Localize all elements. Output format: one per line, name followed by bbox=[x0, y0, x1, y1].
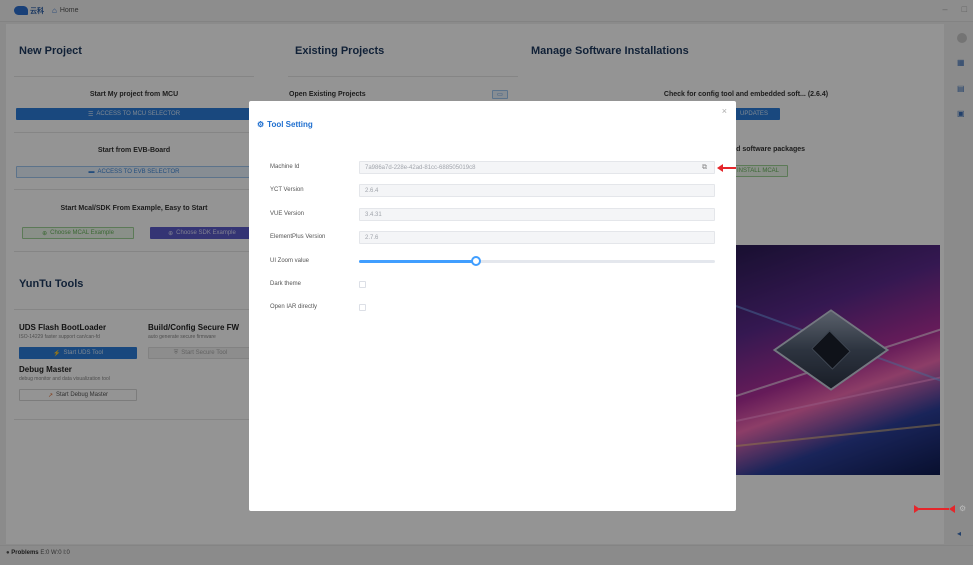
annotation-arrow bbox=[914, 505, 955, 513]
ui-zoom-label: UI Zoom value bbox=[270, 258, 310, 264]
ui-zoom-slider-thumb[interactable] bbox=[471, 256, 482, 266]
tool-setting-dialog: ⚙ Tool Setting × Machine Id 7a986a7d-228… bbox=[249, 101, 736, 511]
vue-version-value: 3.4.31 bbox=[365, 211, 382, 218]
dialog-title-text: Tool Setting bbox=[267, 120, 313, 129]
yct-version-value: 2.6.4 bbox=[365, 187, 379, 194]
dialog-title: ⚙ Tool Setting bbox=[257, 120, 313, 129]
vue-version-label: VUE Version bbox=[270, 211, 305, 217]
vue-version-field: 3.4.31 bbox=[359, 208, 715, 221]
gear-icon: ⚙ bbox=[257, 120, 265, 129]
machine-id-field[interactable]: 7a986a7d-228e-42ad-81cc-6885050​19c8 ⧉ bbox=[359, 161, 715, 174]
elementplus-version-field: 2.7.6 bbox=[359, 231, 715, 244]
copy-icon[interactable]: ⧉ bbox=[702, 164, 707, 172]
yct-version-field: 2.6.4 bbox=[359, 184, 715, 197]
ui-zoom-slider[interactable] bbox=[359, 256, 715, 266]
ui-zoom-slider-fill bbox=[359, 260, 477, 263]
annotation-arrow bbox=[717, 164, 736, 172]
dark-theme-label: Dark theme bbox=[270, 281, 302, 287]
yct-version-label: YCT Version bbox=[270, 187, 304, 193]
machine-id-label: Machine Id bbox=[270, 164, 300, 170]
open-iar-checkbox[interactable] bbox=[359, 304, 366, 311]
machine-id-value: 7a986a7d-228e-42ad-81cc-6885050​19c8 bbox=[365, 164, 476, 171]
elementplus-version-label: ElementPlus Version bbox=[270, 234, 326, 240]
settings-gear-icon[interactable]: ⚙ bbox=[959, 504, 966, 513]
dark-theme-checkbox[interactable] bbox=[359, 281, 366, 288]
open-iar-label: Open IAR directly bbox=[270, 304, 318, 310]
elementplus-version-value: 2.7.6 bbox=[365, 234, 379, 241]
close-icon[interactable]: × bbox=[722, 106, 727, 116]
